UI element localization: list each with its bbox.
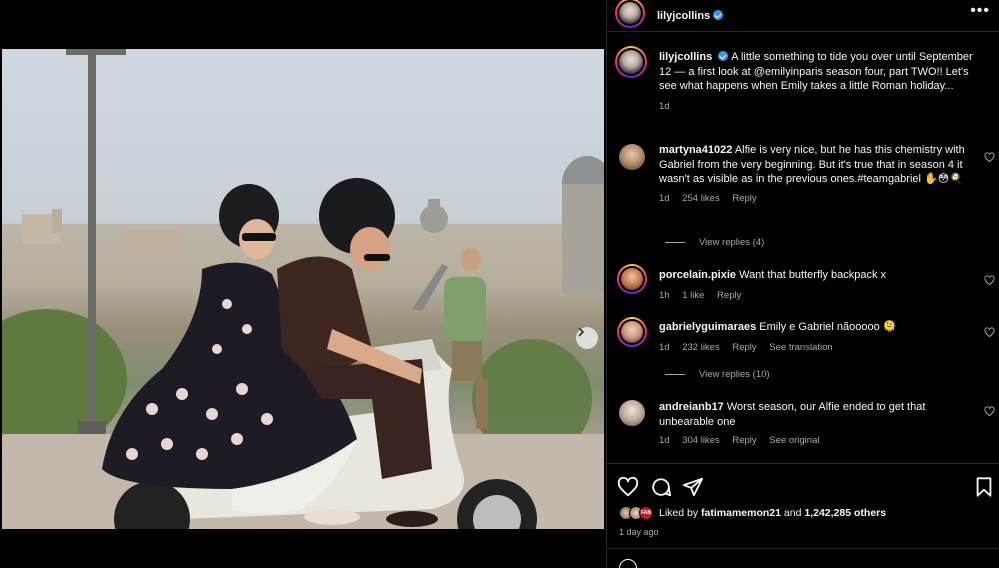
author-avatar[interactable]	[615, 0, 645, 28]
reply-button[interactable]: Reply	[732, 435, 756, 446]
commenter-avatar[interactable]	[617, 317, 647, 347]
commenter-avatar[interactable]	[617, 264, 647, 294]
post-photo[interactable]	[2, 49, 604, 529]
comment-text: Emily e Gabriel nãooooo 🫠	[759, 321, 897, 333]
comment-meta: 1d 232 likes Reply See translation	[659, 341, 969, 356]
chevron-right-icon	[578, 327, 584, 337]
comment-time: 1d	[659, 341, 670, 353]
comment-likes[interactable]: 232 likes	[682, 342, 720, 353]
comment-likes[interactable]: 1 like	[682, 290, 704, 301]
comment-time: 1d	[659, 192, 670, 204]
reply-button[interactable]: Reply	[717, 290, 741, 301]
post-header: lilyjcollins •••	[607, 0, 999, 32]
liker-avatar[interactable]: FAB	[639, 506, 653, 520]
comment-meta: 1d 304 likes Reply See original	[659, 434, 969, 449]
reply-button[interactable]: Reply	[732, 342, 756, 353]
liked-by-user[interactable]: fatimamemon21	[701, 507, 781, 519]
bookmark-icon[interactable]	[973, 476, 995, 498]
likes-summary: Liked by fatimamemon21 and 1,242,285 oth…	[659, 507, 886, 519]
likes-row: FAB Liked by fatimamemon21 and 1,242,285…	[619, 506, 886, 520]
caption-meta: 1d	[659, 100, 979, 115]
comment-heart-icon[interactable]	[984, 406, 995, 417]
likes-label: Liked by	[659, 507, 699, 519]
emoji-icon[interactable]	[619, 559, 637, 568]
caption-avatar[interactable]	[615, 46, 647, 78]
comment-meta: 1h 1 like Reply	[659, 289, 969, 304]
comment-heart-icon[interactable]	[984, 327, 995, 338]
comment-item: martyna41022 Alfie is very nice, but he …	[659, 143, 969, 206]
comment-username[interactable]: porcelain.pixie	[659, 269, 736, 281]
verified-badge-icon	[713, 10, 724, 20]
post-caption: lilyjcollins A little something to tide y…	[659, 50, 979, 114]
comment-username[interactable]: gabrielyguimaraes	[659, 321, 756, 333]
see-original-button[interactable]: See original	[769, 435, 819, 446]
comment-text: Want that butterfly backpack x	[739, 269, 887, 281]
comment-heart-icon[interactable]	[984, 152, 995, 163]
comment-item: andreianb17 Worst season, our Alfie ende…	[659, 400, 969, 449]
add-comment-bar[interactable]	[607, 548, 999, 568]
share-icon[interactable]	[682, 476, 704, 498]
likes-and: and	[783, 507, 802, 519]
post-timestamp: 1 day ago	[619, 527, 659, 537]
view-replies-button[interactable]: View replies (10)	[665, 369, 770, 380]
comment-likes[interactable]: 304 likes	[682, 435, 720, 446]
comment-time: 1h	[659, 289, 670, 301]
comment-likes[interactable]: 254 likes	[682, 193, 720, 204]
commenter-avatar[interactable]	[619, 144, 645, 170]
comment-time: 1d	[659, 435, 670, 447]
reply-button[interactable]: Reply	[732, 193, 756, 204]
caption-username[interactable]: lilyjcollins	[659, 51, 712, 63]
more-options-icon[interactable]: •••	[970, 3, 990, 19]
verified-badge-icon	[718, 51, 729, 61]
caption-time: 1d	[659, 100, 670, 112]
view-replies-button[interactable]: View replies (4)	[665, 237, 764, 248]
comment-meta: 1d 254 likes Reply	[659, 192, 969, 207]
comment-heart-icon[interactable]	[984, 275, 995, 286]
comment-icon[interactable]	[650, 476, 672, 498]
comment-item: porcelain.pixie Want that butterfly back…	[659, 268, 969, 303]
author-username[interactable]: lilyjcollins	[657, 10, 710, 22]
likes-count[interactable]: 1,242,285 others	[804, 507, 886, 519]
comment-username[interactable]: martyna41022	[659, 144, 732, 156]
heart-icon[interactable]	[617, 476, 639, 498]
photo-scene	[2, 49, 604, 529]
post-detail-panel: lilyjcollins ••• lilyjcollins A little so…	[606, 0, 999, 568]
comment-item: gabrielyguimaraes Emily e Gabriel nãoooo…	[659, 320, 969, 355]
author-name-row: lilyjcollins	[657, 6, 724, 24]
see-translation-button[interactable]: See translation	[769, 342, 832, 353]
next-photo-button[interactable]	[576, 327, 598, 349]
comment-username[interactable]: andreianb17	[659, 401, 724, 413]
commenter-avatar[interactable]	[619, 400, 645, 426]
media-pane	[0, 0, 606, 568]
